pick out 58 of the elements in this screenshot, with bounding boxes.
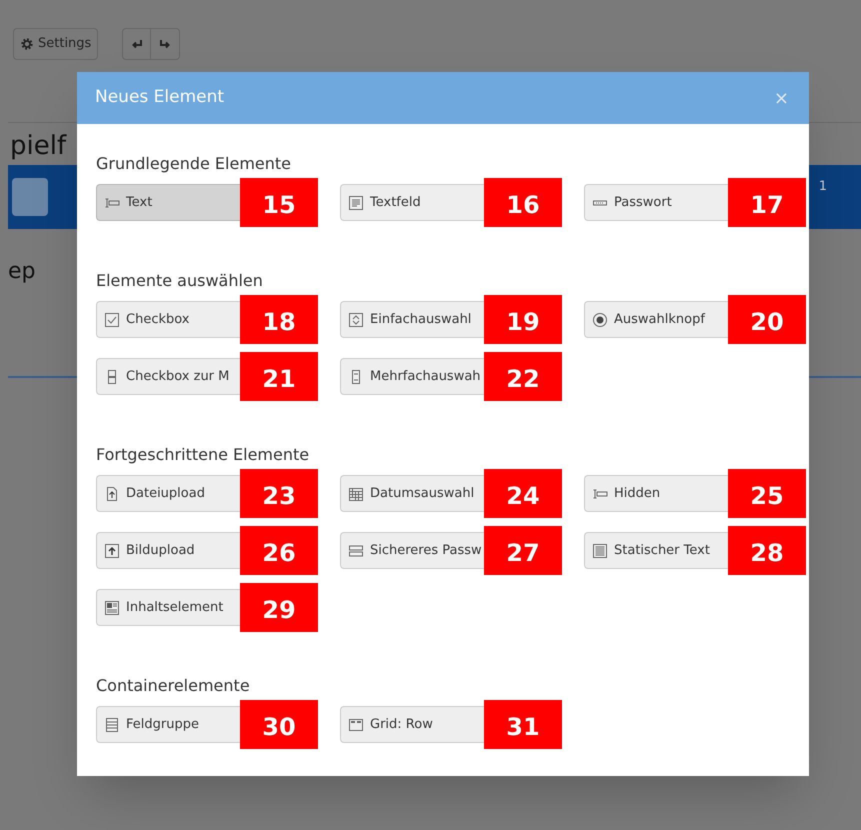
- number-badge: 17: [728, 178, 806, 227]
- element-type-button[interactable]: Inhaltselement: [96, 589, 240, 626]
- static-text-icon: [592, 542, 608, 558]
- element-type-button[interactable]: Bildupload: [96, 532, 240, 569]
- fieldset-icon: [104, 716, 120, 732]
- section-title: Fortgeschrittene Elemente: [96, 445, 310, 465]
- element-type-button[interactable]: Checkbox zur M: [96, 358, 240, 395]
- element-type-button[interactable]: Text: [96, 184, 240, 221]
- radio-button-icon: [592, 312, 608, 328]
- dialog-title: Neues Element: [95, 86, 224, 110]
- element-type-button[interactable]: Feldgruppe: [96, 706, 240, 743]
- number-badge: 25: [728, 469, 806, 518]
- settings-icon: [20, 37, 34, 51]
- element-type-button[interactable]: Mehrfachauswah: [340, 358, 484, 395]
- number-badge: 21: [240, 352, 318, 401]
- undo-icon: [130, 38, 143, 50]
- file-upload-icon: [104, 486, 120, 502]
- number-badge: 29: [240, 583, 318, 632]
- element-type-button[interactable]: Dateiupload: [96, 475, 240, 512]
- page-count: 1: [818, 178, 827, 196]
- password-fields-icon: [348, 542, 364, 558]
- element-type-button[interactable]: Sichereres Passw: [340, 532, 484, 569]
- redo-icon: [159, 38, 172, 50]
- element-type-button[interactable]: Hidden: [584, 475, 728, 512]
- content-element-icon: [104, 600, 120, 616]
- element-type-button[interactable]: Passwort: [584, 184, 728, 221]
- number-badge: 15: [240, 178, 318, 227]
- number-badge: 19: [484, 295, 562, 344]
- number-badge: 24: [484, 469, 562, 518]
- page-title: pielf: [9, 131, 66, 161]
- number-badge: 23: [240, 469, 318, 518]
- textarea-icon: [348, 194, 364, 210]
- section-title: Grundlegende Elemente: [96, 154, 292, 174]
- number-badge: 16: [484, 178, 562, 227]
- element-type-button[interactable]: Grid: Row: [340, 706, 484, 743]
- number-badge: 27: [484, 526, 562, 575]
- number-badge: 28: [728, 526, 806, 575]
- checkbox-icon: [104, 312, 120, 328]
- element-type-button[interactable]: Datumsauswahl: [340, 475, 484, 512]
- number-badge: 20: [728, 295, 806, 344]
- number-badge: 22: [484, 352, 562, 401]
- section-title: Containerelemente: [96, 676, 251, 696]
- image-upload-icon: [104, 542, 120, 558]
- settings-button[interactable]: Settings: [13, 28, 98, 60]
- grid-row-icon: [348, 716, 364, 732]
- number-badge: 26: [240, 526, 318, 575]
- element-type-button[interactable]: Statischer Text: [584, 532, 728, 569]
- section-title: Elemente auswählen: [96, 271, 264, 291]
- element-type-button[interactable]: Einfachauswahl: [340, 301, 484, 338]
- calendar-icon: [348, 486, 364, 502]
- element-type-button[interactable]: Checkbox: [96, 301, 240, 338]
- page-subtitle: ep: [8, 258, 36, 286]
- element-type-button[interactable]: Textfeld: [340, 184, 484, 221]
- number-badge: 31: [484, 700, 562, 749]
- element-type-button[interactable]: Auswahlknopf: [584, 301, 728, 338]
- number-badge: 30: [240, 700, 318, 749]
- select-icon: [348, 312, 364, 328]
- number-badge: 18: [240, 295, 318, 344]
